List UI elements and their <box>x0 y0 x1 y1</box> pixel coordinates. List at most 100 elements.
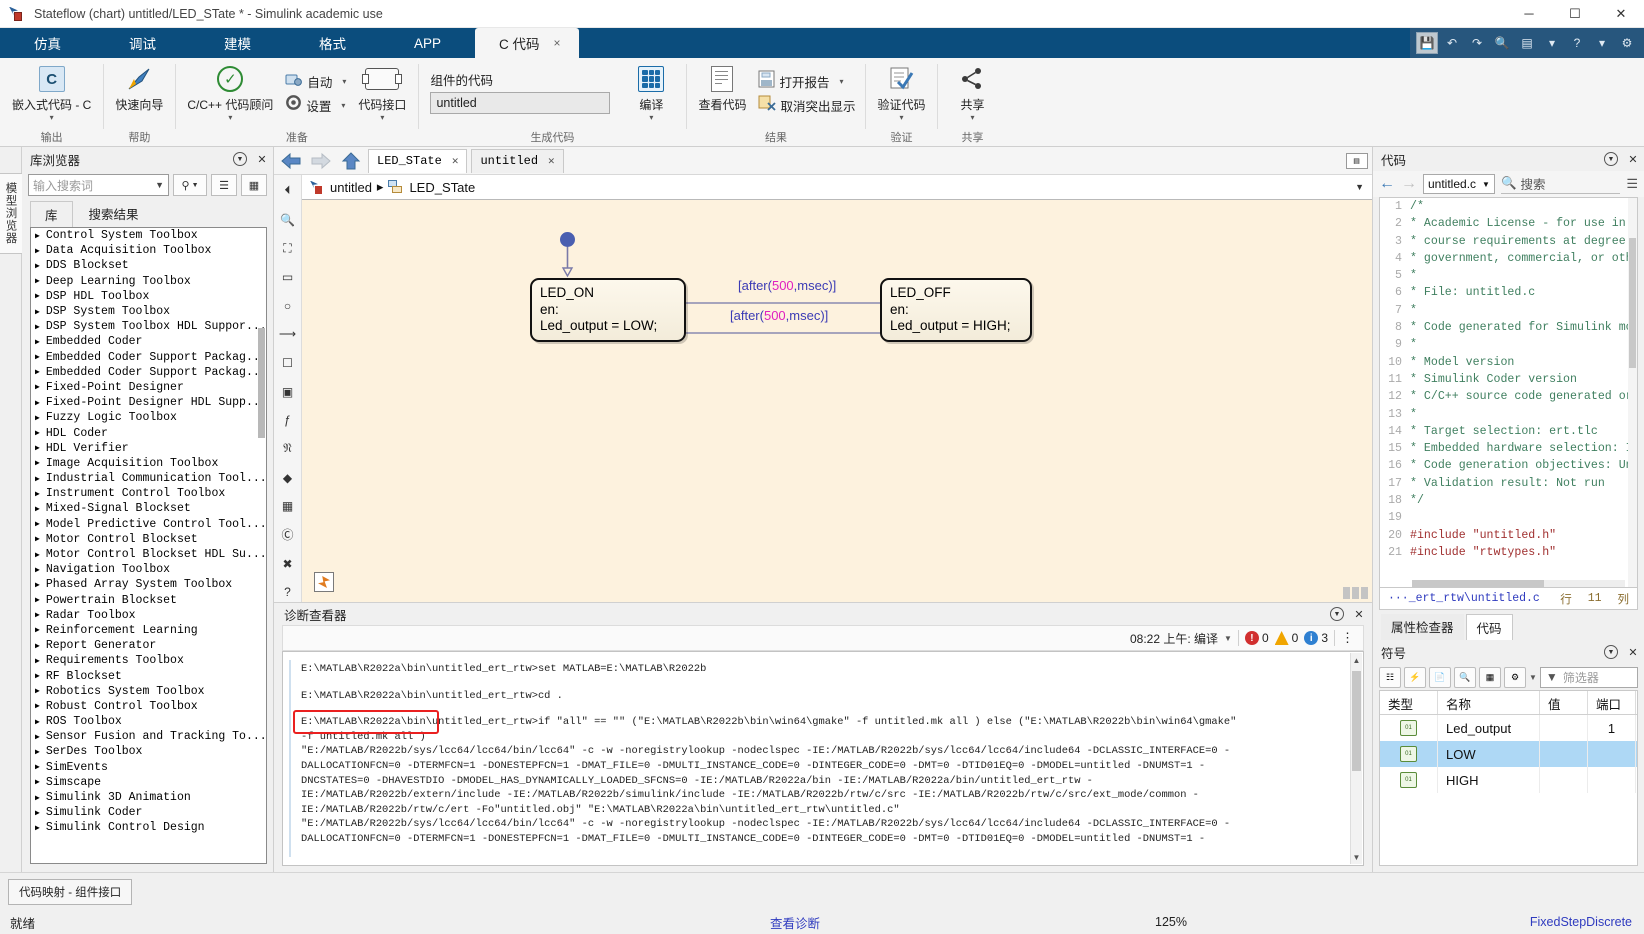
symbols-filter-input[interactable]: ▼ 筛选器 <box>1539 666 1638 688</box>
add-data-icon[interactable]: ☷ <box>1379 666 1401 688</box>
expand-arrow-icon[interactable]: ▶ <box>35 701 40 711</box>
code-search-input[interactable]: 🔍 搜索 <box>1500 174 1621 194</box>
help-chevron-down-icon[interactable]: ▾ <box>1591 32 1613 54</box>
library-tree-item[interactable]: ▶ Motor Control Blockset HDL Su... <box>31 547 266 562</box>
add-message-icon[interactable]: 📄 <box>1429 666 1451 688</box>
expand-arrow-icon[interactable]: ▶ <box>35 823 40 833</box>
expand-arrow-icon[interactable]: ▶ <box>35 367 40 377</box>
library-tree[interactable]: ▶ Control System Toolbox ▶ Data Acquisition… <box>30 227 267 864</box>
expand-arrow-icon[interactable]: ▶ <box>35 398 40 408</box>
inspect-icon[interactable]: 🔍 <box>1454 666 1476 688</box>
library-search-input[interactable]: 输入搜索词 ▼ <box>28 174 169 196</box>
library-tree-item[interactable]: ▶ DSP System Toolbox HDL Suppor... <box>31 319 266 334</box>
default-transition-junction[interactable] <box>560 232 575 247</box>
state-icon[interactable]: ▭ <box>278 267 298 287</box>
library-tree-item[interactable]: ▶ Fixed-Point Designer HDL Supp... <box>31 395 266 410</box>
code-forward-icon[interactable]: → <box>1401 175 1417 193</box>
close-icon[interactable]: × <box>554 36 561 50</box>
share-button[interactable]: 共享 ▾ <box>943 62 1001 124</box>
verify-code-button[interactable]: 验证代码 ▾ <box>871 62 931 124</box>
expand-arrow-icon[interactable]: ▶ <box>35 458 40 468</box>
auto-button[interactable]: 自动 ▾ <box>281 69 350 93</box>
file-tab-untitled[interactable]: untitled ✕ <box>471 148 564 173</box>
code-interface-button[interactable]: 代码接口 ▾ <box>352 62 412 124</box>
close-button[interactable]: ✕ <box>1598 0 1644 28</box>
up-button[interactable] <box>338 149 364 173</box>
transition-icon[interactable]: ⟶ <box>278 324 298 344</box>
library-tree-item[interactable]: ▶ ROS Toolbox <box>31 714 266 729</box>
expand-arrow-icon[interactable]: ▶ <box>35 231 40 241</box>
status-view-diagnostics[interactable]: 查看诊断 <box>770 913 820 932</box>
code-viewer[interactable]: 1/* 2 * Academic License - for use in 3 * … <box>1379 197 1638 588</box>
close-icon[interactable]: ✕ <box>1626 152 1640 166</box>
panel-options-icon[interactable]: ▼ <box>1604 152 1618 166</box>
close-icon[interactable]: ✕ <box>548 154 555 168</box>
graphical-function-icon[interactable]: ▣ <box>278 382 298 402</box>
list-view-button[interactable]: ☰ <box>211 174 237 196</box>
transition-label-on-to-off[interactable]: [after(500,msec)] <box>738 278 836 293</box>
expand-arrow-icon[interactable]: ▶ <box>35 565 40 575</box>
gear-icon[interactable]: ⚙ <box>1616 32 1638 54</box>
library-tree-item[interactable]: ▶ SimEvents <box>31 760 266 775</box>
expand-arrow-icon[interactable]: ▶ <box>35 307 40 317</box>
code-back-icon[interactable]: ← <box>1379 175 1395 193</box>
table-row[interactable]: 01 LOW <box>1380 741 1637 767</box>
close-icon[interactable]: ✕ <box>452 154 459 168</box>
symbols-table[interactable]: 类型 名称 值 端口 01 Led_output 1 01 LOW 01 HIGH <box>1379 690 1638 866</box>
save-icon[interactable]: 💾 <box>1416 32 1438 54</box>
chevron-down-icon[interactable]: ▾ <box>341 101 345 110</box>
breadcrumb-item-chart[interactable]: LED_STate <box>409 180 475 195</box>
library-tree-item[interactable]: ▶ Robust Control Toolbox <box>31 699 266 714</box>
library-tree-item[interactable]: ▶ Motor Control Blockset <box>31 532 266 547</box>
expand-arrow-icon[interactable]: ▶ <box>35 686 40 696</box>
expand-arrow-icon[interactable]: ▶ <box>35 413 40 423</box>
panel-options-icon[interactable]: ▼ <box>1604 645 1618 659</box>
ribbon-tab-c-code[interactable]: C 代码 × <box>475 28 579 58</box>
chevron-down-icon[interactable]: ▾ <box>228 114 232 122</box>
library-tree-item[interactable]: ▶ Model Predictive Control Tool... <box>31 517 266 532</box>
chevron-down-icon[interactable]: ▾ <box>899 114 903 122</box>
hierarchy-icon[interactable]: ▦ <box>1479 666 1501 688</box>
matlab-function-icon[interactable]: 𝔑 <box>278 439 298 459</box>
library-tree-item[interactable]: ▶ Robotics System Toolbox <box>31 684 266 699</box>
help-icon[interactable]: ? <box>278 582 298 602</box>
error-count[interactable]: ! 0 <box>1244 631 1269 645</box>
table-row[interactable]: 01 HIGH <box>1380 767 1637 793</box>
expand-arrow-icon[interactable]: ▶ <box>35 443 40 453</box>
library-tree-item[interactable]: ▶ Data Acquisition Toolbox <box>31 243 266 258</box>
breadcrumb-item-model[interactable]: untitled <box>330 180 372 195</box>
expand-arrow-icon[interactable]: ▶ <box>35 580 40 590</box>
remove-highlight-button[interactable]: 取消突出显示 <box>754 93 859 117</box>
library-tree-item[interactable]: ▶ Deep Learning Toolbox <box>31 274 266 289</box>
expand-arrow-icon[interactable]: ▶ <box>35 732 40 742</box>
library-tree-item[interactable]: ▶ Sensor Fusion and Tracking To... <box>31 729 266 744</box>
library-tree-item[interactable]: ▶ Report Generator <box>31 638 266 653</box>
chevron-down-icon[interactable]: ▼ <box>155 180 164 190</box>
expand-arrow-icon[interactable]: ▶ <box>35 474 40 484</box>
code-menu-icon[interactable]: ☰ <box>1626 176 1638 192</box>
ribbon-tab-debug[interactable]: 调试 <box>95 28 190 58</box>
library-tree-item[interactable]: ▶ SerDes Toolbox <box>31 744 266 759</box>
navigate-back-icon[interactable]: ⏴ <box>278 181 298 201</box>
function-icon[interactable]: ƒ <box>278 410 298 430</box>
expand-arrow-icon[interactable]: ▶ <box>35 291 40 301</box>
chevron-down-icon[interactable]: ▾ <box>50 114 54 122</box>
tab-code[interactable]: 代码 <box>1465 614 1513 640</box>
search-icon[interactable]: 🔍 <box>1491 32 1513 54</box>
expand-arrow-icon[interactable]: ▶ <box>35 671 40 681</box>
settings-button[interactable]: 设置 ▾ <box>281 93 350 117</box>
info-count[interactable]: i3 <box>1304 631 1328 645</box>
library-tree-item[interactable]: ▶ Image Acquisition Toolbox <box>31 456 266 471</box>
diagnostic-log[interactable]: E:\MATLAB\R2022a\bin\untitled_ert_rtw>se… <box>282 651 1364 866</box>
state-led-off[interactable]: LED_OFF en: Led_output = HIGH; <box>880 278 1032 342</box>
expand-arrow-icon[interactable]: ▶ <box>35 504 40 514</box>
expand-arrow-icon[interactable]: ▶ <box>35 747 40 757</box>
quick-start-button[interactable]: 快速向导 <box>109 62 169 115</box>
tab-library[interactable]: 库 <box>30 201 73 227</box>
expand-arrow-icon[interactable]: ▶ <box>35 489 40 499</box>
layout-chevron-down-icon[interactable]: ▾ <box>1541 32 1563 54</box>
scrollbar-thumb[interactable] <box>1352 671 1361 771</box>
chevron-down-icon[interactable]: ▾ <box>970 114 974 122</box>
view-code-button[interactable]: 查看代码 <box>692 62 752 115</box>
add-event-icon[interactable]: ⚡ <box>1404 666 1426 688</box>
